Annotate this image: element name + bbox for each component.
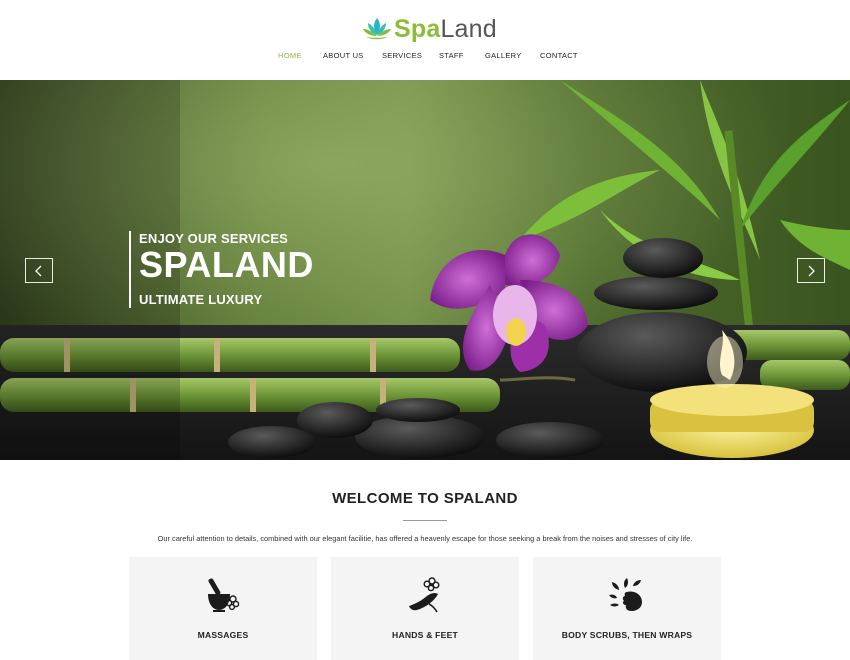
hero-caption: ENJOY OUR SERVICES SPALAND ULTIMATE LUXU… (129, 231, 349, 308)
hero-background-image (0, 80, 850, 460)
welcome-text: Our careful attention to details, combin… (157, 534, 693, 543)
lotus-icon (363, 18, 391, 40)
site-logo[interactable]: SpaLand (362, 14, 497, 44)
logo-text-spa: Spa (394, 14, 441, 43)
nav-staff[interactable]: STAFF (439, 51, 464, 60)
service-label: MASSAGES (197, 630, 249, 640)
welcome-title: WELCOME TO SPALAND (332, 490, 518, 507)
nav-about-us[interactable]: ABOUT US (323, 51, 364, 60)
slider-prev-button[interactable] (25, 258, 53, 283)
nav-services[interactable]: SERVICES (382, 51, 422, 60)
chevron-left-icon (35, 265, 42, 276)
face-leaves-icon (609, 578, 642, 611)
hero-slider: ENJOY OUR SERVICES SPALAND ULTIMATE LUXU… (0, 80, 850, 460)
logo-text-land: Land (440, 14, 497, 43)
nav-home[interactable]: HOME (278, 51, 302, 60)
hero-title: SPALAND (139, 244, 314, 285)
foot-flower-icon (409, 577, 440, 613)
site-header: SpaLand HOME ABOUT US SERVICES STAFF GAL… (0, 0, 850, 80)
slider-next-button[interactable] (797, 258, 825, 283)
site-logo-text: SpaLand (394, 15, 497, 44)
hero-subtitle: ULTIMATE LUXURY (139, 292, 263, 307)
service-label: HANDS & FEET (392, 630, 458, 640)
main-nav: HOME ABOUT US SERVICES STAFF GALLERY CON… (0, 51, 850, 65)
welcome-divider (403, 520, 447, 521)
service-label: BODY SCRUBS, THEN WRAPS (561, 630, 693, 640)
service-card-hands-feet[interactable]: HANDS & FEET (331, 557, 519, 660)
mortar-pestle-icon (208, 578, 240, 612)
nav-gallery[interactable]: GALLERY (485, 51, 522, 60)
service-card-massages[interactable]: MASSAGES (129, 557, 317, 660)
chevron-right-icon (808, 265, 815, 276)
nav-contact[interactable]: CONTACT (540, 51, 578, 60)
service-card-body-scrubs[interactable]: BODY SCRUBS, THEN WRAPS (533, 557, 721, 660)
